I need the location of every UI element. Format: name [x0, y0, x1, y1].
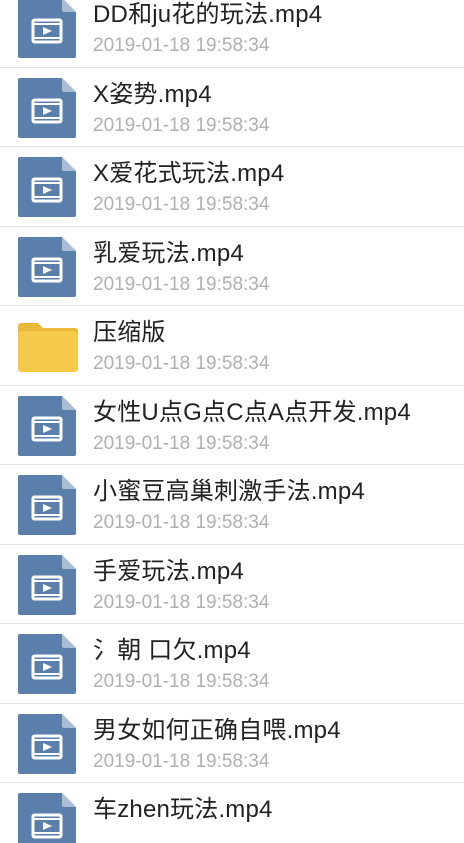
- file-timestamp: 2019-01-18 19:58:34: [93, 273, 270, 295]
- file-list: DD和ju花的玩法.mp4 2019-01-18 19:58:34 X姿势.mp4 2…: [0, 0, 464, 843]
- file-row[interactable]: 车zhen玩法.mp4: [0, 783, 464, 843]
- folder-icon: [18, 316, 78, 376]
- file-name: 小蜜豆高巢刺激手法.mp4: [93, 478, 365, 505]
- folder-row[interactable]: 压缩版 2019-01-18 19:58:34: [0, 306, 464, 386]
- video-file-icon: [18, 395, 78, 456]
- video-file-icon: [18, 475, 78, 535]
- file-row[interactable]: DD和ju花的玩法.mp4 2019-01-18 19:58:34: [0, 0, 464, 68]
- file-timestamp: 2019-01-18 19:58:34: [93, 750, 270, 772]
- file-name: 手爱玩法.mp4: [93, 557, 244, 585]
- file-row[interactable]: 手爱玩法.mp4 2019-01-18 19:58:34: [0, 545, 464, 624]
- file-row[interactable]: 小蜜豆高巢刺激手法.mp4 2019-01-18 19:58:34: [0, 465, 464, 545]
- file-name: 车zhen玩法.mp4: [93, 796, 273, 823]
- file-name: X爱花式玩法.mp4: [93, 160, 285, 187]
- file-timestamp: 2019-01-18 19:58:34: [93, 35, 270, 56]
- video-file-icon: [18, 157, 78, 217]
- file-name: X姿势.mp4: [93, 80, 212, 108]
- file-name: 压缩版: [93, 319, 166, 346]
- file-row[interactable]: 乳爱玩法.mp4 2019-01-18 19:58:34: [0, 227, 464, 306]
- video-file-icon: [18, 713, 78, 774]
- video-file-icon: [18, 554, 78, 615]
- file-timestamp: 2019-01-18 19:58:34: [93, 671, 270, 692]
- file-row[interactable]: 男女如何正确自喂.mp4 2019-01-18 19:58:34: [0, 704, 464, 783]
- file-row[interactable]: X姿势.mp4 2019-01-18 19:58:34: [0, 68, 464, 147]
- file-timestamp: 2019-01-18 19:58:34: [93, 194, 270, 215]
- file-name: 乳爱玩法.mp4: [93, 239, 244, 267]
- file-name: 女性U点G点C点A点开发.mp4: [93, 398, 411, 426]
- file-rows: DD和ju花的玩法.mp4 2019-01-18 19:58:34 X姿势.mp4 2…: [0, 0, 464, 843]
- file-row[interactable]: 氵朝 口欠.mp4 2019-01-18 19:58:34: [0, 624, 464, 704]
- file-row[interactable]: X爱花式玩法.mp4 2019-01-18 19:58:34: [0, 147, 464, 227]
- video-file-icon: [18, 77, 78, 138]
- file-timestamp: 2019-01-18 19:58:34: [93, 591, 270, 613]
- video-file-icon: [18, 634, 78, 694]
- video-file-icon: [18, 236, 78, 297]
- file-name: 男女如何正确自喂.mp4: [93, 716, 341, 744]
- file-timestamp: 2019-01-18 19:58:34: [93, 512, 270, 533]
- file-timestamp: 2019-01-18 19:58:34: [93, 432, 270, 454]
- file-timestamp: 2019-01-18 19:58:34: [93, 353, 270, 374]
- file-name: DD和ju花的玩法.mp4: [93, 1, 323, 28]
- file-row[interactable]: 女性U点G点C点A点开发.mp4 2019-01-18 19:58:34: [0, 386, 464, 465]
- video-file-icon: [18, 0, 78, 58]
- video-file-icon: [18, 793, 78, 843]
- file-timestamp: 2019-01-18 19:58:34: [93, 114, 270, 136]
- file-name: 氵朝 口欠.mp4: [93, 637, 251, 664]
